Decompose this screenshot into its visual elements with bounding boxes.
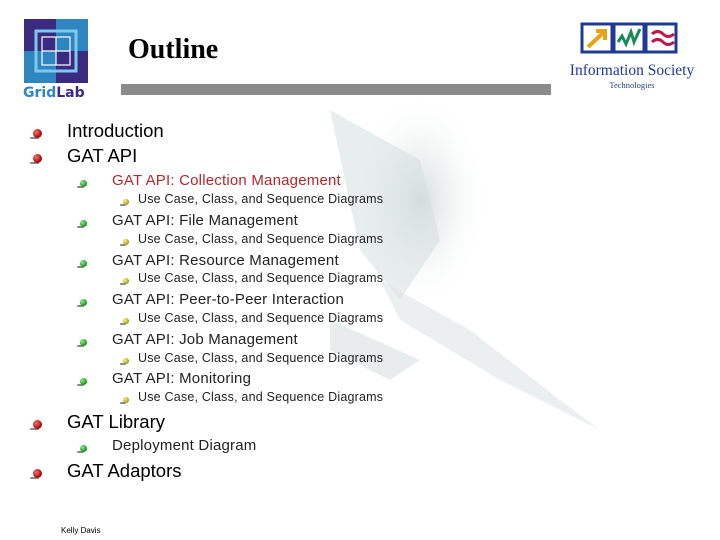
outline-item-level1: Introduction — [67, 120, 164, 141]
ist-text-line1: Information Society — [570, 62, 695, 79]
bullet-level2-icon — [80, 378, 87, 385]
bullet-level3-icon — [123, 358, 129, 364]
outline-item-level2: GAT API: Peer-to-Peer Interaction — [112, 291, 344, 308]
bullet-level2-icon — [80, 339, 87, 346]
bullet-level2-icon — [80, 445, 87, 452]
bullet-level3-icon — [123, 318, 129, 324]
outline-item-level1: GAT Library — [67, 411, 166, 432]
bullet-level1-icon — [33, 469, 42, 478]
gridlab-logo: GridLab — [23, 19, 88, 99]
bullet-level3-icon — [123, 278, 129, 284]
bullet-level3-icon — [123, 397, 129, 403]
outline-item-level3: Use Case, Class, and Sequence Diagrams — [138, 311, 384, 325]
bullet-level1-icon — [33, 420, 42, 429]
outline-item-level1: GAT Adaptors — [67, 460, 182, 481]
title-underline-bar — [121, 84, 551, 95]
outline-item-level2: GAT API: Collection Management — [112, 172, 341, 189]
outline-item-level2: GAT API: Job Management — [112, 331, 298, 348]
bullet-level1-icon — [33, 154, 42, 163]
gridlab-text: GridLab — [23, 85, 85, 99]
outline-item-level2: GAT API: File Management — [112, 212, 298, 229]
outline-item-level3: Use Case, Class, and Sequence Diagrams — [138, 192, 384, 206]
bullet-level3-icon — [123, 239, 129, 245]
ist-logo: Information Society Technologies — [570, 22, 695, 90]
outline-item-level1: GAT API — [67, 145, 138, 166]
ist-text-line2: Technologies — [609, 80, 654, 90]
outline-item-level3: Use Case, Class, and Sequence Diagrams — [138, 351, 384, 365]
outline-item-level3: Use Case, Class, and Sequence Diagrams — [138, 271, 384, 285]
outline-item-level2: GAT API: Resource Management — [112, 252, 339, 269]
footer-author: Kelly Davis — [61, 526, 101, 535]
bullet-level2-icon — [80, 260, 87, 267]
bullet-level2-icon — [80, 299, 87, 306]
bullet-level1-icon — [33, 129, 42, 138]
bullet-level2-icon — [80, 220, 87, 227]
outline-item-level3: Use Case, Class, and Sequence Diagrams — [138, 232, 384, 246]
slide-title: Outline — [128, 34, 219, 65]
bullet-level3-icon — [123, 199, 129, 205]
outline-item-level3: Use Case, Class, and Sequence Diagrams — [138, 390, 384, 404]
bullet-level2-icon — [80, 180, 87, 187]
outline-item-level2: GAT API: Monitoring — [112, 370, 252, 387]
outline-item-level2: Deployment Diagram — [112, 437, 257, 454]
